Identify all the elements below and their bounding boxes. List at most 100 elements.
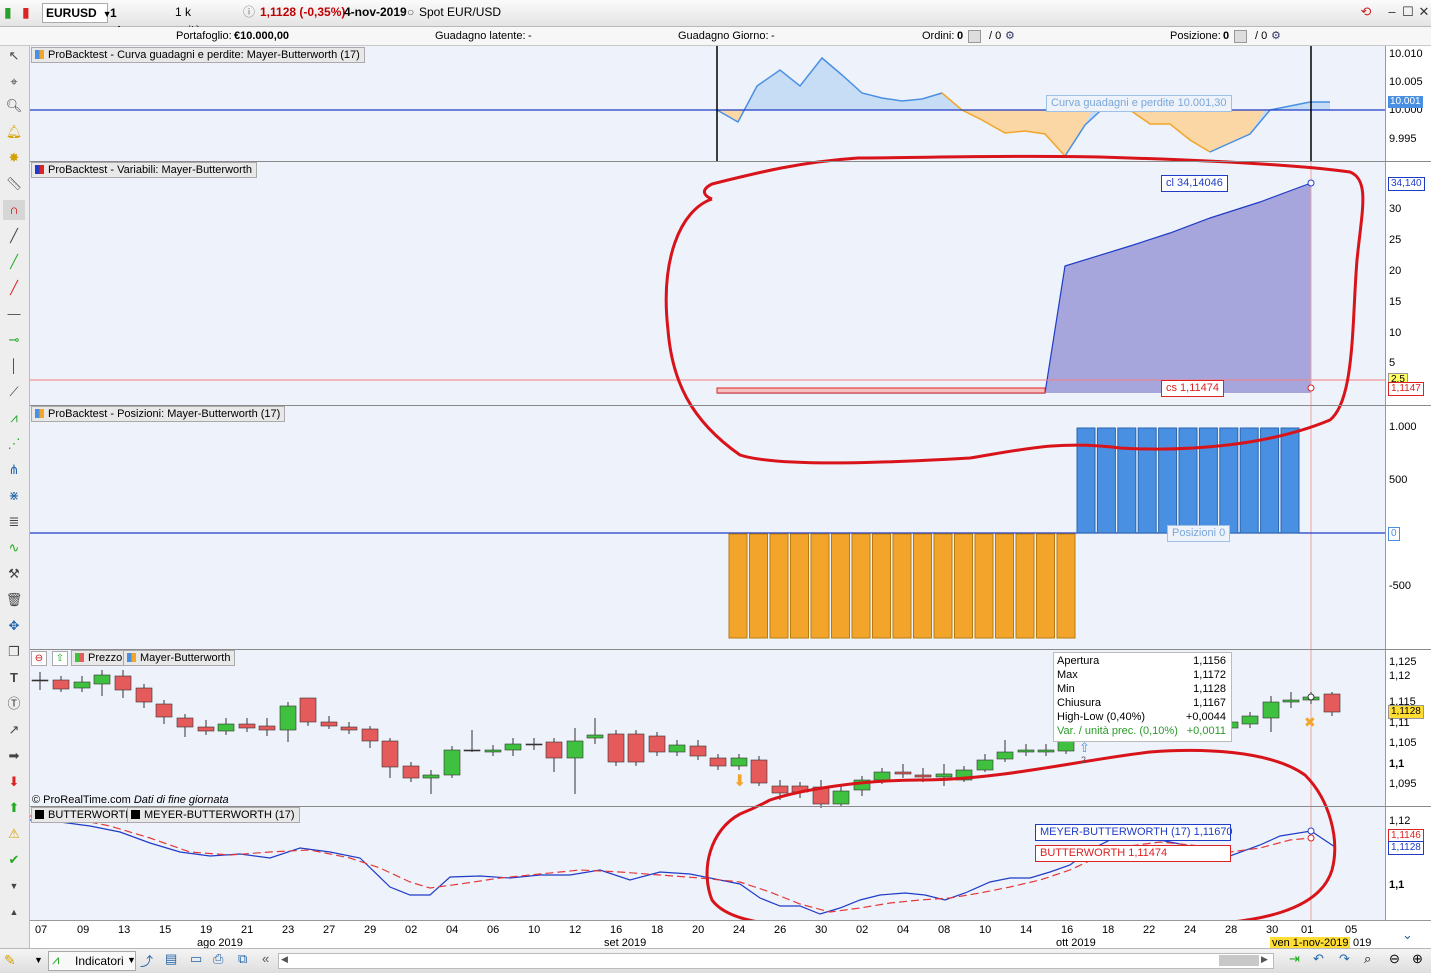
zoom-out-icon[interactable]: ⊖ [1389,951,1400,967]
chevron-down-icon[interactable]: ▼ [127,955,136,965]
ohlc-tooltip: Apertura 1,1156 Max 1,1172 Min 1,1128 Chius… [1053,652,1232,742]
share-icon[interactable]: ⤴ [140,951,153,970]
short-position-bar [892,533,912,639]
positions-current-label: 0 [1388,527,1400,541]
candle-body [525,743,543,746]
short-position-bar [790,533,809,639]
y-tick: 30 [1389,203,1402,215]
candle-body [73,681,91,689]
scroll-left-fast-icon[interactable]: « [262,951,269,966]
mayer-legend[interactable]: Mayer-Butterworth [123,650,236,666]
y-tick: 1,11 [1389,717,1410,729]
candle-body [648,735,666,753]
compare-icon[interactable]: ⧉ [238,951,247,967]
date-tick: 20 [692,924,705,936]
indicators-button[interactable]: ⩘ Indicatori [48,951,136,971]
ohlc-var-value: +0,0011 [1186,725,1226,737]
pencil-icon[interactable]: ✎ [4,952,16,969]
date-tick: 10 [528,924,541,936]
undo-icon[interactable]: ↶ [1313,951,1324,967]
butterworth-legend[interactable]: BUTTERWORTH [31,807,139,823]
chevron-down-icon[interactable]: ▼ [34,955,43,965]
candle-body [422,774,440,779]
price-legend[interactable]: Prezzo [71,650,128,666]
cs-band [716,387,1046,394]
long-position-bars [1076,427,1300,534]
expand-panel-icon[interactable]: ⇧ [52,651,68,666]
candle-body [217,723,235,732]
candle-body [976,759,994,771]
ohlc-close-value: 1,1167 [1193,697,1226,709]
y-tick: 5 [1389,357,1396,369]
cl-area [1045,183,1311,393]
ohlc-var-label: Var. / unità prec. (0,10%) [1057,725,1178,737]
y-tick: 1,125 [1389,656,1417,668]
comment-icon[interactable]: ▭ [190,951,202,967]
long-position-bar [1178,427,1198,534]
ohlc-low-row: Min 1,1128 [1057,682,1228,696]
bottom-toolbar: ✎ ▼ ⩘ Indicatori ▼ ⤴ ▤ ▭ ⎙ ⧉ « ◀ ▶ ⇥ ↶ ↷… [0,948,1431,973]
equity-value-tag: Curva guadagni e perdite 10.001,30 [1046,95,1232,112]
time-scrollbar[interactable]: ◀ ▶ [278,953,1274,969]
short-position-bar [933,533,953,639]
equity-panel-title[interactable]: ProBacktest - Curva guadagni e perdite: … [31,47,365,63]
screenshot-icon[interactable]: ⎙ [213,951,223,967]
exit-cross-marker: ✖ [1304,715,1316,731]
sell-arrow-marker: ⬇ [733,771,746,790]
scroll-right-icon[interactable]: ▶ [1261,954,1268,965]
collapse-axis-icon[interactable]: ⌄ [1402,927,1413,943]
candle-body [340,726,358,731]
ohlc-high-value: 1,1172 [1193,669,1226,681]
copyright-text: © ProRealTime.com [32,794,131,806]
y-tick: 1,12 [1389,670,1411,682]
short-position-bar [831,533,850,639]
price-swatch-icon [75,653,84,662]
date-tick: 01 [1301,924,1314,936]
zoom-region-icon[interactable]: ⌕ [1364,951,1371,967]
date-tick: 08 [938,924,951,936]
y-tick: 1,095 [1389,778,1417,790]
ohlc-open-row: Apertura 1,1156 [1057,654,1228,668]
short-position-bar [995,533,1014,639]
candle-body [155,703,173,718]
layout-icon[interactable]: ▤ [165,951,177,967]
mayer-legend-text: Mayer-Butterworth [140,652,231,664]
indicators-icon: ⩘ [52,952,60,967]
butterworth-legend-text: BUTTERWORTH [48,809,134,821]
zoom-in-icon[interactable]: ⊕ [1412,951,1423,967]
date-tick: 15 [159,924,172,936]
positions-title-text: ProBacktest - Posizioni: Mayer-Butterwor… [48,408,281,420]
candle-body [114,675,132,691]
ohlc-close-row: Chiusura 1,1167 [1057,696,1228,710]
meyer-butterworth-legend[interactable]: MEYER-BUTTERWORTH (17) [127,807,300,823]
play-icon[interactable]: ⇥ [1289,951,1300,967]
positions-panel-title[interactable]: ProBacktest - Posizioni: Mayer-Butterwor… [31,406,286,422]
equity-title-text: ProBacktest - Curva guadagni e perdite: … [48,49,360,61]
date-tick: 21 [241,924,254,936]
candle-body [730,757,748,767]
panel-separator[interactable] [30,649,1431,650]
long-position-bar [1260,427,1280,534]
date-tick: 14 [1020,924,1033,936]
redo-icon[interactable]: ↷ [1339,951,1350,967]
positions-swatch-icon [35,409,44,418]
candle-body [279,705,297,731]
date-tick: 18 [1102,924,1115,936]
candle-body [320,721,338,727]
y-tick: 9.995 [1389,133,1417,145]
candle-body [668,744,686,753]
scrollbar-thumb[interactable] [1219,955,1259,966]
candle-body [1282,699,1300,703]
minimize-panel-icon[interactable]: ⊖ [31,651,47,666]
variables-panel-title[interactable]: ProBacktest - Variabili: Mayer-Butterwor… [31,162,257,178]
date-tick: 04 [897,924,910,936]
date-tick: 10 [979,924,992,936]
cs-value-tag: cs 1,11474 [1161,380,1225,397]
date-axis[interactable]: 07 09 13 15 19 21 23 27 29 02 04 06 10 12 16 18 20 24 26 30… [30,920,1431,949]
candle-body [176,717,194,728]
cs-dot [1307,384,1315,392]
y-tick: 1.000 [1389,421,1417,433]
date-tick: 13 [118,924,131,936]
short-position-bar [728,533,748,639]
scroll-left-icon[interactable]: ◀ [281,954,288,965]
